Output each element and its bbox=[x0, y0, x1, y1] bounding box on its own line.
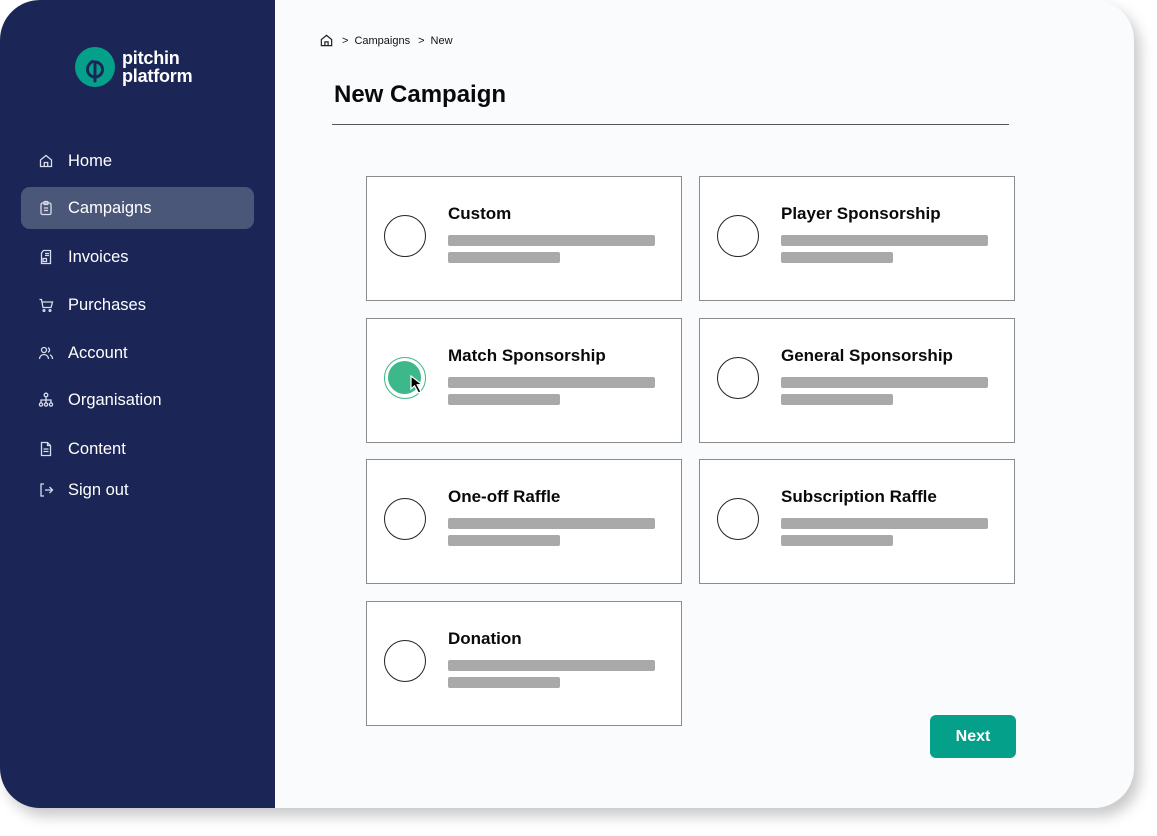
radio-button[interactable] bbox=[384, 640, 426, 682]
description-placeholder bbox=[448, 535, 560, 546]
sidebar-item-invoices[interactable]: Invoices bbox=[21, 236, 254, 278]
sidebar-item-content[interactable]: Content bbox=[21, 428, 254, 470]
main-content: > Campaigns > New New Campaign Custom Pl… bbox=[275, 0, 1134, 808]
description-placeholder bbox=[781, 518, 988, 529]
sidebar-item-purchases[interactable]: Purchases bbox=[21, 284, 254, 326]
campaign-option-player-sponsorship[interactable]: Player Sponsorship bbox=[699, 176, 1015, 301]
invoice-icon bbox=[38, 249, 54, 265]
sidebar-item-label: Purchases bbox=[68, 295, 146, 314]
logo-text: pitchin platform bbox=[122, 48, 193, 86]
campaign-option-one-off-raffle[interactable]: One-off Raffle bbox=[366, 459, 682, 584]
sidebar-item-label: Home bbox=[68, 151, 113, 170]
radio-button[interactable] bbox=[384, 215, 426, 257]
option-title: Subscription Raffle bbox=[781, 487, 937, 506]
option-title: One-off Raffle bbox=[448, 487, 561, 506]
campaign-option-custom[interactable]: Custom bbox=[366, 176, 682, 301]
sidebar-item-organisation[interactable]: Organisation bbox=[21, 379, 254, 421]
option-title: General Sponsorship bbox=[781, 346, 953, 365]
sidebar: pitchin platform Home Campaigns Invoices… bbox=[0, 0, 275, 808]
users-icon bbox=[38, 345, 54, 361]
description-placeholder bbox=[448, 252, 560, 263]
description-placeholder bbox=[448, 394, 560, 405]
sidebar-item-account[interactable]: Account bbox=[21, 332, 254, 374]
title-divider bbox=[332, 124, 1009, 125]
chevron-right-icon: > bbox=[418, 34, 425, 47]
radio-button[interactable] bbox=[717, 498, 759, 540]
sidebar-item-label: Account bbox=[68, 343, 128, 362]
description-placeholder bbox=[781, 377, 988, 388]
breadcrumb-new: New bbox=[430, 34, 453, 47]
description-placeholder bbox=[781, 252, 893, 263]
radio-button[interactable] bbox=[717, 357, 759, 399]
sidebar-item-label: Campaigns bbox=[68, 198, 152, 217]
org-chart-icon bbox=[38, 392, 54, 408]
logo-line-1: pitchin bbox=[122, 48, 180, 68]
option-title: Custom bbox=[448, 204, 512, 223]
sign-out-icon bbox=[38, 482, 54, 498]
next-button[interactable]: Next bbox=[930, 715, 1016, 758]
sidebar-item-sign-out[interactable]: Sign out bbox=[21, 469, 254, 511]
breadcrumb-campaigns[interactable]: Campaigns bbox=[354, 35, 410, 47]
breadcrumb: > Campaigns > New bbox=[319, 33, 453, 48]
logo-line-2: platform bbox=[122, 66, 193, 86]
pitchin-logo-icon bbox=[75, 47, 115, 87]
sidebar-item-campaigns[interactable]: Campaigns bbox=[21, 187, 254, 229]
description-placeholder bbox=[448, 660, 655, 671]
campaign-option-subscription-raffle[interactable]: Subscription Raffle bbox=[699, 459, 1015, 584]
mouse-pointer-icon bbox=[410, 374, 424, 394]
radio-button[interactable] bbox=[717, 215, 759, 257]
option-title: Match Sponsorship bbox=[448, 346, 606, 365]
sidebar-item-label: Sign out bbox=[68, 480, 129, 499]
option-title: Donation bbox=[448, 629, 522, 648]
clipboard-icon bbox=[38, 200, 54, 216]
document-icon bbox=[38, 441, 54, 457]
page-title: New Campaign bbox=[334, 81, 507, 108]
radio-button[interactable] bbox=[384, 498, 426, 540]
campaign-option-general-sponsorship[interactable]: General Sponsorship bbox=[699, 318, 1015, 443]
sidebar-item-label: Organisation bbox=[68, 390, 162, 409]
app-window: pitchin platform Home Campaigns Invoices… bbox=[0, 0, 1134, 808]
cart-icon bbox=[38, 297, 54, 313]
sidebar-item-label: Content bbox=[68, 439, 126, 458]
description-placeholder bbox=[448, 677, 560, 688]
description-placeholder bbox=[781, 235, 988, 246]
description-placeholder bbox=[448, 235, 655, 246]
home-icon bbox=[38, 153, 54, 169]
option-title: Player Sponsorship bbox=[781, 204, 941, 223]
description-placeholder bbox=[448, 518, 655, 529]
home-icon[interactable] bbox=[319, 33, 334, 48]
description-placeholder bbox=[781, 394, 893, 405]
sidebar-item-home[interactable]: Home bbox=[21, 140, 254, 182]
logo: pitchin platform bbox=[75, 47, 193, 87]
description-placeholder bbox=[448, 377, 655, 388]
chevron-right-icon: > bbox=[342, 34, 349, 47]
sidebar-item-label: Invoices bbox=[68, 247, 129, 266]
campaign-option-match-sponsorship[interactable]: Match Sponsorship bbox=[366, 318, 682, 443]
description-placeholder bbox=[781, 535, 893, 546]
campaign-option-donation[interactable]: Donation bbox=[366, 601, 682, 726]
